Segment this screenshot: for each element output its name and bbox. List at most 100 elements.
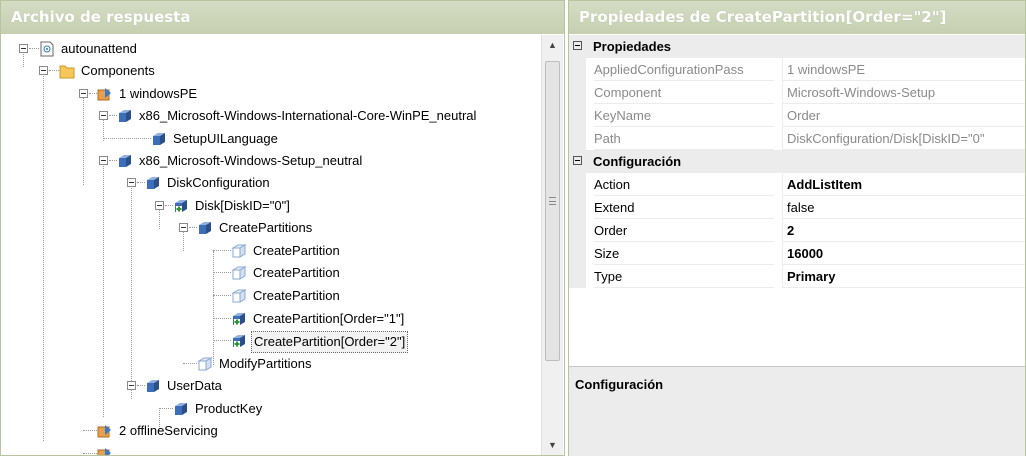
tree-node-label: x86_Microsoft-Windows-Setup_neutral [139, 153, 363, 168]
row-gutter [569, 127, 586, 150]
collapse-icon[interactable] [127, 381, 136, 390]
tree-connector [49, 70, 59, 71]
collapse-icon[interactable] [79, 89, 88, 98]
tree-node-label: CreatePartitions [219, 220, 313, 235]
description-panel: Configuración [569, 366, 1025, 456]
tree-guide-line [131, 183, 132, 399]
property-row-extend[interactable]: Extend false [569, 196, 1025, 219]
component-icon [153, 133, 165, 145]
component-icon [147, 177, 159, 189]
tree-node-label: 1 windowsPE [119, 86, 198, 101]
tree-node-label: CreatePartition [253, 265, 340, 280]
category-title: Configuración [593, 154, 682, 169]
collapse-icon[interactable] [99, 156, 108, 165]
tree-connector [213, 250, 231, 251]
tree-node-label: 2 offlineServicing [119, 423, 218, 438]
property-row-action[interactable]: Action AddListItem [569, 173, 1025, 196]
tree-guide-line [43, 71, 44, 441]
collapse-icon[interactable] [155, 201, 164, 210]
tree-connector [213, 295, 231, 296]
tree-connector [89, 93, 97, 94]
row-gutter [569, 196, 586, 219]
property-name: Extend [594, 196, 774, 219]
empty-component-icon [231, 244, 247, 258]
category-configuracion[interactable]: Configuración [569, 150, 1025, 173]
collapse-icon[interactable] [573, 41, 582, 50]
property-name: Action [594, 173, 774, 196]
tree-node-label: UserData [167, 378, 222, 393]
description-title: Configuración [575, 377, 664, 392]
tree-connector [109, 160, 117, 161]
category-propiedades[interactable]: Propiedades [569, 35, 1025, 58]
property-value[interactable]: false [782, 196, 1025, 219]
collapse-icon[interactable] [99, 111, 108, 120]
property-value[interactable]: Primary [782, 265, 1025, 288]
property-row[interactable]: Component Microsoft-Windows-Setup [569, 81, 1025, 104]
property-name: Type [594, 265, 774, 288]
pass-icon [97, 88, 111, 101]
tree-guide-line [213, 251, 214, 365]
property-row-type[interactable]: Type Primary [569, 265, 1025, 288]
property-value: 1 windowsPE [782, 58, 1025, 81]
row-gutter [569, 242, 586, 265]
property-value: Order [782, 104, 1025, 127]
property-row[interactable]: Path DiskConfiguration/Disk[DiskID="0" [569, 127, 1025, 150]
pass-icon [97, 425, 111, 438]
component-icon [175, 403, 187, 415]
scrollbar-thumb[interactable] [545, 61, 560, 361]
tree-node-label: x86_Microsoft-Windows-International-Core… [139, 108, 477, 123]
tree-connector [137, 182, 145, 183]
tree-node-label: CreatePartition[Order="1"] [253, 311, 405, 326]
property-row[interactable]: KeyName Order [569, 104, 1025, 127]
property-value[interactable]: AddListItem [782, 173, 1025, 196]
collapse-icon[interactable] [573, 156, 582, 165]
scroll-up-arrow-icon[interactable]: ▲ [542, 35, 563, 55]
tree-node-label: ProductKey [195, 401, 263, 416]
empty-component-icon [231, 289, 247, 303]
tree-connector [83, 430, 97, 431]
collapse-icon[interactable] [39, 66, 48, 75]
property-name: Order [594, 219, 774, 242]
tree-node-label: DiskConfiguration [167, 175, 270, 190]
properties-title: Propiedades de CreatePartition[Order="2"… [569, 1, 1025, 34]
property-row[interactable]: AppliedConfigurationPass 1 windowsPE [569, 58, 1025, 81]
property-grid[interactable]: Propiedades AppliedConfigurationPass 1 w… [569, 35, 1025, 288]
tree-node-label: Disk[DiskID="0"] [195, 198, 290, 213]
tree-node-label: ModifyPartitions [219, 356, 312, 371]
collapse-icon[interactable] [19, 44, 28, 53]
row-gutter [569, 104, 586, 127]
collapse-icon[interactable] [179, 223, 188, 232]
property-name: Path [594, 127, 774, 150]
property-row-size[interactable]: Size 16000 [569, 242, 1025, 265]
tree-node-label: autounattend [61, 41, 137, 56]
tree-node-label: SetupUILanguage [173, 131, 278, 146]
tree-scrollbar[interactable]: ▲ ▼ [541, 35, 563, 455]
tree-connector [103, 138, 151, 139]
tree-connector [189, 227, 197, 228]
tree-connector [213, 318, 231, 319]
collapse-icon[interactable] [127, 178, 136, 187]
property-value[interactable]: 2 [782, 219, 1025, 242]
property-name: KeyName [594, 104, 774, 127]
answer-file-tree[interactable]: autounattend Components 1 windowsPE x86_… [1, 35, 541, 455]
tree-connector [29, 48, 39, 49]
component-icon [199, 222, 211, 234]
answer-file-pane: Archivo de respuesta autounattend Compon… [0, 0, 565, 456]
tree-connector [83, 453, 97, 454]
list-item-icon [233, 313, 245, 325]
property-value: Microsoft-Windows-Setup [782, 81, 1025, 104]
property-row-order[interactable]: Order 2 [569, 219, 1025, 242]
row-gutter [569, 219, 586, 242]
component-icon [119, 110, 131, 122]
tree-guide-line [103, 161, 104, 417]
row-gutter [569, 265, 586, 288]
grip-icon [549, 197, 556, 205]
empty-component-icon [231, 266, 247, 280]
tree-connector [183, 363, 197, 364]
tree-connector [213, 272, 231, 273]
tree-connector [213, 340, 231, 341]
property-value[interactable]: 16000 [782, 242, 1025, 265]
tree-connector [159, 408, 173, 409]
category-title: Propiedades [593, 39, 672, 54]
scroll-down-arrow-icon[interactable]: ▼ [542, 435, 563, 455]
